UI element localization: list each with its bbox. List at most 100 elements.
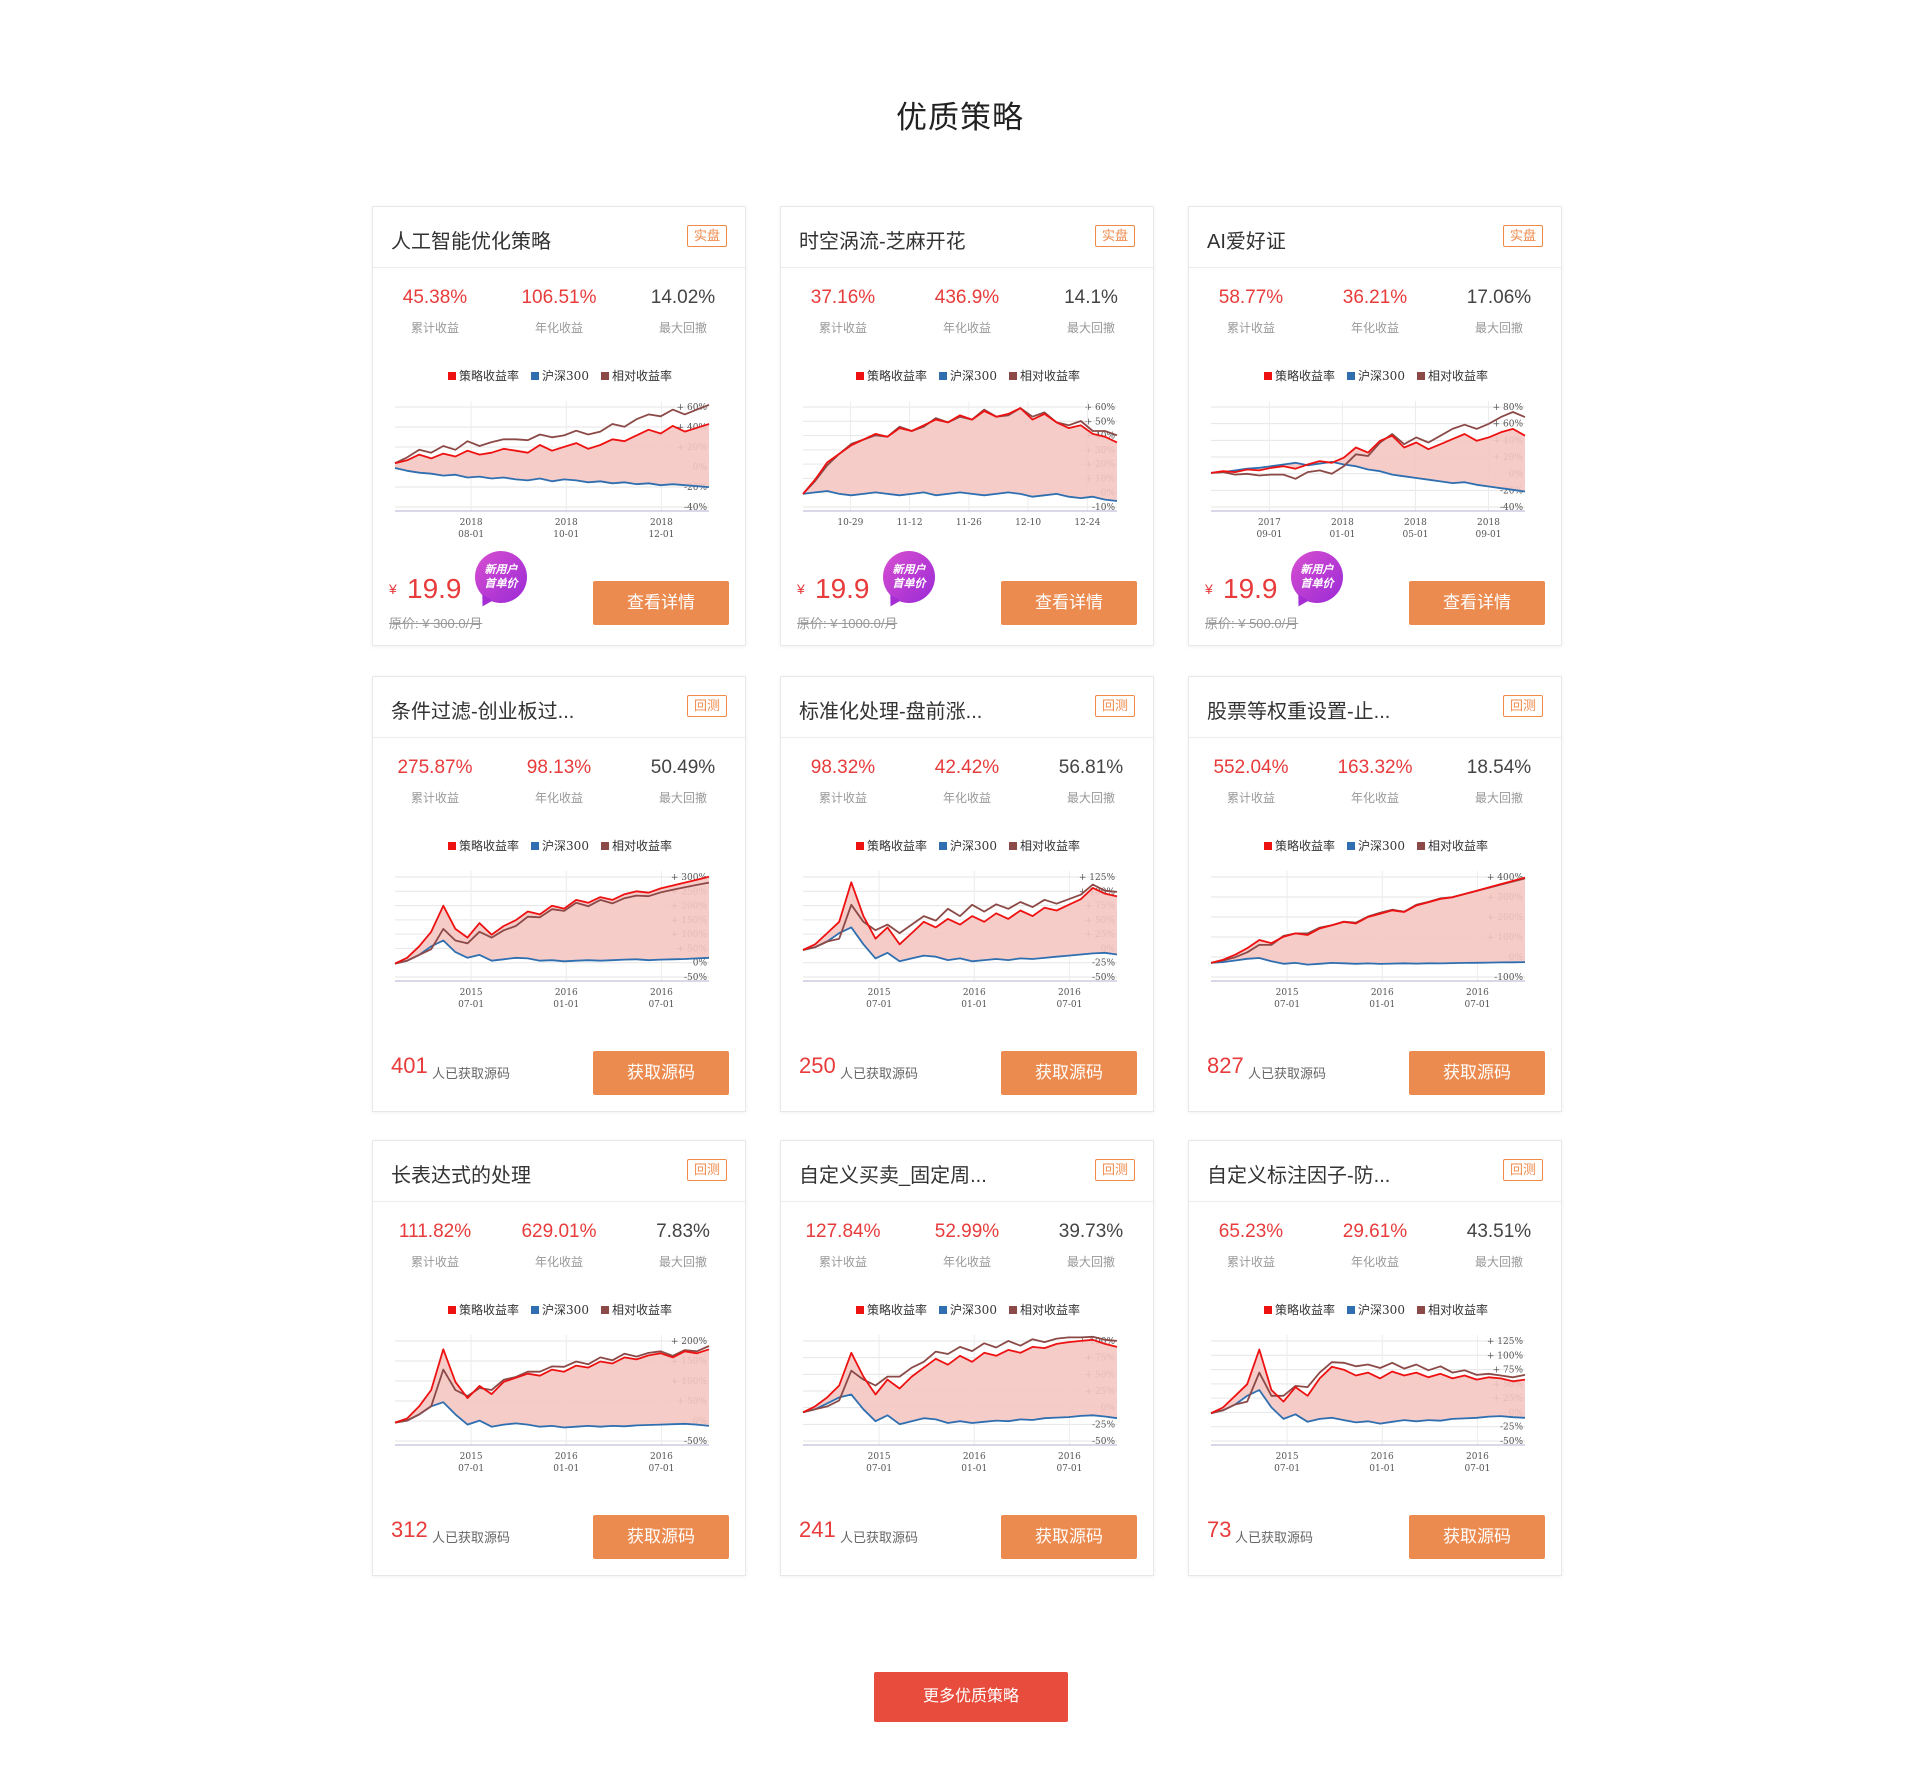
strategy-card[interactable]: AI爱好证 实盘 58.77% 累计收益 36.21% 年化收益 17.06% 最大回撤 策略收… [1188, 206, 1562, 646]
card-title[interactable]: 条件过滤-创业板过... [391, 695, 574, 724]
card-tag: 回测 [1094, 1159, 1135, 1181]
new-user-badge: 新用户 首单价 [883, 551, 935, 603]
x-tick-label: 07-01 [648, 1000, 674, 1010]
more-strategies-button[interactable]: 更多优质策略 [874, 1672, 1068, 1722]
stat-value: 52.99% [934, 1221, 1000, 1242]
legend-item-relative: 相对收益率 [1416, 839, 1488, 853]
strategy-card[interactable]: 股票等权重设置-止... 回测 552.04% 累计收益 163.32% 年化收益 18.5… [1188, 676, 1562, 1112]
stat-total: 45.38% 累计收益 [373, 287, 497, 336]
legend-swatch [600, 842, 609, 850]
card-title[interactable]: 时空涡流-芝麻开花 [799, 225, 966, 254]
stats-row: 552.04% 累计收益 163.32% 年化收益 18.54% 最大回撤 [1189, 757, 1563, 807]
stat-drawdown: 17.06% 最大回撤 [1437, 287, 1561, 336]
legend-label: 相对收益率 [1427, 839, 1488, 853]
stat-annual: 29.61% 年化收益 [1313, 1221, 1437, 1270]
get-source-button[interactable]: 获取源码 [593, 1515, 729, 1559]
legend-swatch [448, 842, 457, 850]
stat-annual: 36.21% 年化收益 [1313, 287, 1437, 336]
y-tick-label: + 50% [1085, 417, 1116, 427]
x-tick-label: 11-26 [956, 518, 982, 528]
legend-swatch [1347, 372, 1356, 380]
stat-value: 39.73% [1058, 1221, 1124, 1242]
legend-item-relative: 相对收益率 [600, 369, 672, 383]
card-tag: 实盘 [1502, 225, 1543, 247]
get-source-button[interactable]: 获取源码 [1001, 1051, 1137, 1095]
x-tick-label: 2018 [1477, 518, 1500, 528]
legend-item-strategy: 策略收益率 [448, 369, 519, 383]
legend-item-benchmark: 沪深300 [939, 1303, 997, 1317]
strategy-card[interactable]: 自定义标注因子-防... 回测 65.23% 累计收益 29.61% 年化收益 43.51%… [1188, 1140, 1562, 1576]
stats-row: 37.16% 累计收益 436.9% 年化收益 14.1% 最大回撤 [781, 287, 1155, 337]
new-user-badge: 新用户 首单价 [475, 551, 527, 603]
strategy-card[interactable]: 自定义买卖_固定周... 回测 127.84% 累计收益 52.99% 年化收益 39.73… [780, 1140, 1154, 1576]
legend-item-benchmark: 沪深300 [1347, 839, 1405, 853]
stat-value: 111.82% [398, 1221, 472, 1242]
price-value: 19.9 [1223, 573, 1278, 604]
legend-item-relative: 相对收益率 [600, 839, 672, 853]
x-tick-label: 11-12 [897, 518, 923, 528]
legend-swatch [856, 372, 865, 380]
card-title[interactable]: AI爱好证 [1207, 225, 1286, 254]
view-details-button[interactable]: 查看详情 [1409, 581, 1545, 625]
legend-item-strategy: 策略收益率 [1264, 839, 1335, 853]
legend-item-relative: 相对收益率 [1008, 839, 1080, 853]
card-title[interactable]: 人工智能优化策略 [391, 225, 551, 254]
card-title[interactable]: 自定义买卖_固定周... [799, 1159, 987, 1188]
card-title[interactable]: 自定义标注因子-防... [1207, 1159, 1390, 1188]
performance-chart: + 60%+ 50%+ 40%+ 30%+ 20%+ 10%0%-10%10-2… [802, 401, 1118, 528]
strategy-card[interactable]: 时空涡流-芝麻开花 实盘 37.16% 累计收益 436.9% 年化收益 14.1% 最大回撤… [780, 206, 1154, 646]
stat-drawdown: 7.83% 最大回撤 [621, 1221, 745, 1270]
download-count: 241 [799, 1517, 836, 1542]
card-header: 股票等权重设置-止... 回测 [1189, 677, 1561, 738]
legend-item-strategy: 策略收益率 [448, 839, 519, 853]
legend-swatch [531, 842, 540, 850]
stat-drawdown: 14.02% 最大回撤 [621, 287, 745, 336]
stat-label: 最大回撤 [1474, 791, 1523, 805]
legend-label: 策略收益率 [459, 1303, 520, 1317]
card-tag: 实盘 [686, 225, 727, 247]
get-source-button[interactable]: 获取源码 [1001, 1515, 1137, 1559]
stat-drawdown: 18.54% 最大回撤 [1437, 757, 1561, 806]
card-title[interactable]: 长表达式的处理 [391, 1159, 531, 1188]
view-details-button[interactable]: 查看详情 [1001, 581, 1137, 625]
stats-row: 111.82% 累计收益 629.01% 年化收益 7.83% 最大回撤 [373, 1221, 747, 1271]
x-tick-label: 2018 [650, 518, 673, 528]
card-title[interactable]: 标准化处理-盘前涨... [799, 695, 982, 724]
get-source-button[interactable]: 获取源码 [1409, 1515, 1545, 1559]
original-price: 原价: ¥ 500.0/月 [1205, 616, 1299, 631]
x-tick-label: 2016 [650, 1452, 673, 1462]
legend-label: 策略收益率 [867, 839, 928, 853]
x-tick-label: 10-01 [553, 530, 579, 540]
get-source-button[interactable]: 获取源码 [593, 1051, 729, 1095]
performance-chart: + 60%+ 40%+ 20%0%-20%-40%201808-01201810… [394, 401, 710, 540]
legend-label: 策略收益率 [1275, 369, 1336, 383]
legend-swatch [1008, 1306, 1017, 1314]
get-source-button[interactable]: 获取源码 [1409, 1051, 1545, 1095]
strategy-card[interactable]: 人工智能优化策略 实盘 45.38% 累计收益 106.51% 年化收益 14.02% 最大回… [372, 206, 746, 646]
performance-chart: + 80%+ 60%+ 40%+ 20%0%-20%-40%201709-012… [1210, 401, 1526, 540]
x-tick-label: 2018 [460, 518, 483, 528]
legend-swatch [939, 1306, 948, 1314]
stat-value: 14.1% [1064, 287, 1118, 308]
strategy-card[interactable]: 长表达式的处理 回测 111.82% 累计收益 629.01% 年化收益 7.83% 最大回撤… [372, 1140, 746, 1576]
legend-item-benchmark: 沪深300 [939, 839, 997, 853]
strategy-card[interactable]: 标准化处理-盘前涨... 回测 98.32% 累计收益 42.42% 年化收益 56.81%… [780, 676, 1154, 1112]
stat-value: 275.87% [397, 757, 473, 778]
legend-swatch [448, 372, 457, 380]
legend-swatch [1416, 1306, 1425, 1314]
stat-total: 111.82% 累计收益 [373, 1221, 497, 1270]
price-currency: ¥ [389, 581, 397, 597]
view-details-button[interactable]: 查看详情 [593, 581, 729, 625]
badge-line: 首单价 [1300, 578, 1334, 590]
legend-label: 策略收益率 [867, 369, 928, 383]
legend-item-benchmark: 沪深300 [531, 1303, 589, 1317]
stat-value: 65.23% [1218, 1221, 1284, 1242]
x-tick-label: 07-01 [1274, 1000, 1300, 1010]
stat-value: 29.61% [1342, 1221, 1408, 1242]
card-title[interactable]: 股票等权重设置-止... [1207, 695, 1390, 724]
strategy-card[interactable]: 条件过滤-创业板过... 回测 275.87% 累计收益 98.13% 年化收益 50.49… [372, 676, 746, 1112]
stat-total: 275.87% 累计收益 [373, 757, 497, 806]
section-title: 优质策略 [896, 100, 1024, 135]
legend-item-relative: 相对收益率 [1008, 1303, 1080, 1317]
x-tick-label: 05-01 [1402, 530, 1428, 540]
